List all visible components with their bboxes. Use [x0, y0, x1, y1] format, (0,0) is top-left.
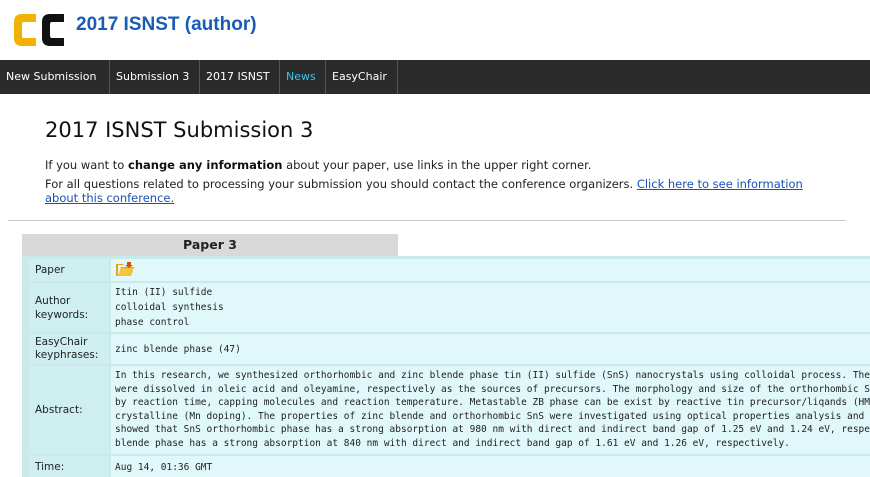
divider [8, 220, 846, 221]
header: 2017 ISNST (author) [0, 0, 870, 60]
page: 2017 ISNST (author) New Submission Submi… [0, 0, 870, 477]
abstract-line: were dissolved in oleic acid and oleyami… [115, 383, 870, 395]
nav-new-submission[interactable]: New Submission [0, 60, 110, 94]
easychair-keyphrases-label-text: EasyChair keyphrases: [35, 336, 99, 361]
info-line: If you want to change any information ab… [45, 158, 591, 172]
easychair-keyphrases-label: EasyChair keyphrases: [29, 334, 109, 364]
author-keywords-label: Author keywords: [29, 283, 109, 332]
abstract-line: by reaction time, capping molecules and … [115, 397, 870, 409]
paper-value [111, 259, 870, 281]
page-title: 2017 ISNST Submission 3 [45, 118, 314, 142]
author-keywords-label-text: Author keywords: [35, 294, 89, 321]
time-row: Time: Aug 14, 01:36 GMT [29, 456, 870, 477]
nav-2017-isnst[interactable]: 2017 ISNST [200, 60, 280, 94]
info-text-bold: change any information [128, 158, 283, 172]
abstract-line: blende phase has a strong absorption at … [115, 437, 790, 449]
folder-icon[interactable] [115, 261, 135, 277]
author-keywords-row: Author keywords: Itin (II) sulfide collo… [29, 283, 870, 332]
nav-submission-3[interactable]: Submission 3 [110, 60, 200, 94]
time-value: Aug 14, 01:36 GMT [111, 456, 870, 477]
abstract-line: In this research, we synthesized orthorh… [115, 370, 870, 381]
paper-table-header: Paper 3 [22, 234, 398, 256]
nav-easychair[interactable]: EasyChair [326, 60, 398, 94]
easychair-keyphrases-row: EasyChair keyphrases: zinc blende phase … [29, 334, 870, 364]
app-title: 2017 ISNST (author) [76, 14, 257, 35]
author-keywords-value: Itin (II) sulfide colloidal synthesis ph… [111, 283, 870, 332]
keyword: phase control [115, 317, 190, 328]
abstract-row: Abstract: In this research, we synthesiz… [29, 366, 870, 454]
info-text-start: If you want to [45, 158, 128, 172]
abstract-line: crystalline (Mn doping). The properties … [115, 410, 870, 422]
nav-bar: New Submission Submission 3 2017 ISNST N… [0, 60, 870, 94]
paper-table: Paper Author keywords: Itin (II) sulfide… [22, 256, 870, 477]
nav-news[interactable]: News [280, 60, 326, 94]
contact-line: For all questions related to processing … [45, 177, 805, 205]
info-text-end: about your paper, use links in the upper… [282, 158, 592, 172]
keyword: Itin (II) sulfide [115, 287, 213, 298]
paper-label: Paper [29, 259, 109, 281]
easychair-keyphrases-value: zinc blende phase (47) [111, 334, 870, 364]
abstract-label: Abstract: [29, 366, 109, 454]
time-label: Time: [29, 456, 109, 477]
paper-row: Paper [29, 259, 870, 281]
abstract-value: In this research, we synthesized orthorh… [111, 366, 870, 454]
contact-text: For all questions related to processing … [45, 177, 637, 191]
abstract-line: showed that SnS orthorhombic phase has a… [115, 424, 870, 436]
keyword: colloidal synthesis [115, 302, 224, 313]
easychair-logo[interactable] [10, 10, 68, 50]
